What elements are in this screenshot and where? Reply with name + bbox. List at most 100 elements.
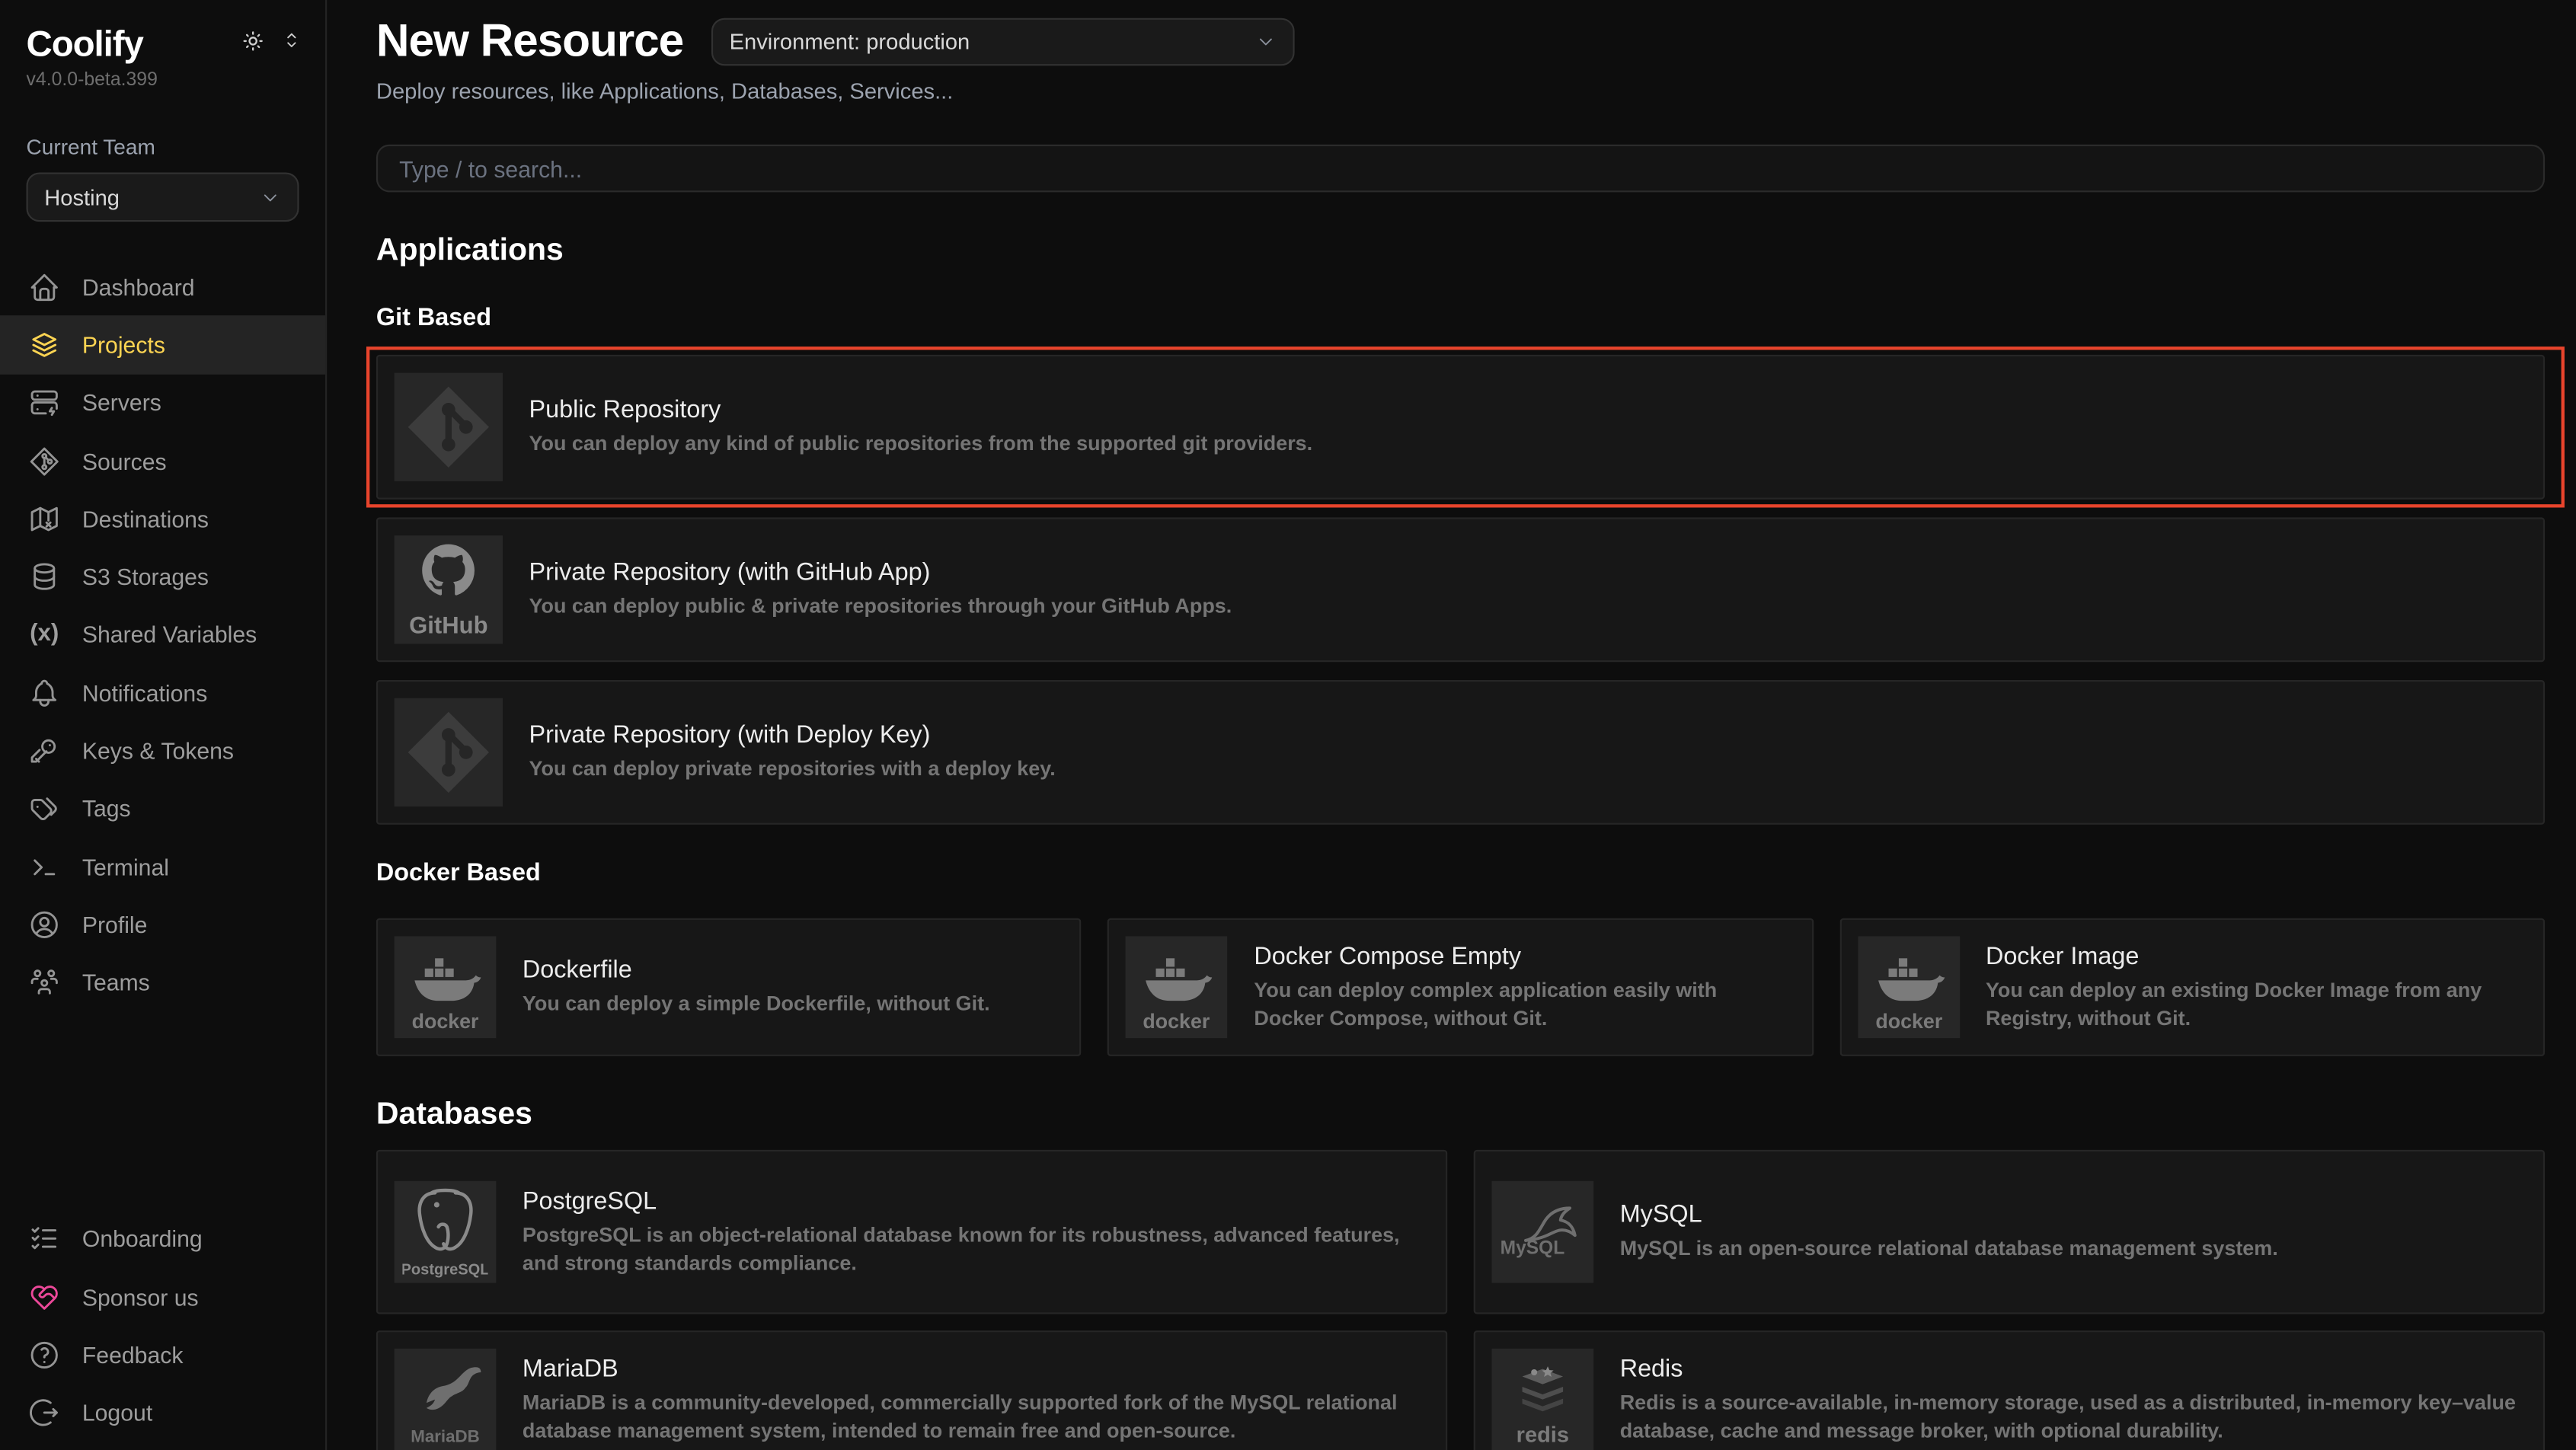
card-title: Redis bbox=[1620, 1355, 2520, 1383]
sidebar-item-dashboard[interactable]: Dashboard bbox=[0, 258, 325, 316]
card-description: You can deploy a simple Dockerfile, with… bbox=[523, 991, 990, 1018]
card-dockerfile[interactable]: docker Dockerfile You can deploy a simpl… bbox=[376, 918, 1082, 1056]
section-title-applications: Applications bbox=[376, 233, 2545, 269]
card-docker-compose-empty[interactable]: docker Docker Compose Empty You can depl… bbox=[1107, 918, 1813, 1056]
card-description: You can deploy public & private reposito… bbox=[529, 593, 1232, 621]
card-mysql[interactable]: MySQL MySQL MySQL is an open-source rela… bbox=[1474, 1150, 2545, 1314]
sidebar-item-terminal[interactable]: Terminal bbox=[0, 838, 325, 896]
card-postgresql[interactable]: PostgreSQL PostgreSQL PostgreSQL is an o… bbox=[376, 1150, 1447, 1314]
sidebar: Coolify v4.0.0-beta.399 Current Team Hos… bbox=[0, 0, 327, 1450]
card-mariadb[interactable]: MariaDB MariaDB MariaDB is a community-d… bbox=[376, 1330, 1447, 1450]
card-title: Private Repository (with GitHub App) bbox=[529, 558, 1232, 586]
sidebar-item-sponsor-us[interactable]: Sponsor us bbox=[0, 1268, 325, 1326]
sidebar-footer-nav: Onboarding Sponsor us Feedback Logout bbox=[0, 1210, 325, 1450]
card-title: Public Repository bbox=[529, 396, 1313, 424]
mariadb-logo: MariaDB bbox=[395, 1349, 497, 1450]
card-description: You can deploy any kind of public reposi… bbox=[529, 430, 1313, 458]
current-team-label: Current Team bbox=[0, 91, 325, 160]
checklist-icon bbox=[28, 1223, 61, 1256]
svg-text:MariaDB: MariaDB bbox=[411, 1426, 479, 1445]
map-icon bbox=[28, 503, 61, 535]
card-title: PostgreSQL bbox=[523, 1187, 1423, 1215]
chevron-down-icon bbox=[1255, 30, 1277, 52]
team-select[interactable]: Hosting bbox=[27, 172, 299, 222]
svg-text:redis: redis bbox=[1517, 1423, 1569, 1447]
sidebar-item-logout[interactable]: Logout bbox=[0, 1385, 325, 1442]
card-description: You can deploy private repositories with… bbox=[529, 755, 1056, 783]
page-subtitle: Deploy resources, like Applications, Dat… bbox=[376, 79, 2545, 104]
card-title: Private Repository (with Deploy Key) bbox=[529, 721, 1056, 749]
svg-text:PostgreSQL: PostgreSQL bbox=[402, 1261, 487, 1278]
key-icon bbox=[28, 734, 61, 767]
git-logo bbox=[395, 698, 503, 806]
card-title: MySQL bbox=[1620, 1201, 2278, 1229]
layers-icon bbox=[28, 328, 61, 361]
app-version: v4.0.0-beta.399 bbox=[0, 65, 325, 90]
sidebar-item-destinations[interactable]: Destinations bbox=[0, 490, 325, 548]
team-select-value: Hosting bbox=[44, 185, 120, 209]
variable-icon: (x) bbox=[28, 621, 61, 648]
panel-selector-icon[interactable] bbox=[281, 30, 302, 59]
sidebar-item-onboarding[interactable]: Onboarding bbox=[0, 1210, 325, 1268]
chevron-down-icon bbox=[260, 187, 281, 208]
sidebar-item-keys-tokens[interactable]: Keys & Tokens bbox=[0, 722, 325, 780]
card-description: Redis is a source-available, in-memory s… bbox=[1620, 1389, 2520, 1445]
app-logo: Coolify bbox=[27, 23, 143, 65]
sidebar-item-teams[interactable]: Teams bbox=[0, 953, 325, 1011]
environment-select[interactable]: Environment: production bbox=[711, 18, 1295, 65]
card-public-repository[interactable]: Public Repository You can deploy any kin… bbox=[376, 355, 2545, 500]
server-icon bbox=[28, 386, 61, 419]
app-window: Coolify v4.0.0-beta.399 Current Team Hos… bbox=[0, 0, 2576, 1450]
help-circle-icon bbox=[28, 1339, 61, 1372]
sidebar-item-sources[interactable]: Sources bbox=[0, 432, 325, 490]
mysql-logo: MySQL bbox=[1491, 1181, 1593, 1283]
theme-toggle-sun-icon[interactable] bbox=[240, 27, 267, 62]
database-icon bbox=[28, 561, 61, 593]
docker-logo: docker bbox=[395, 936, 497, 1038]
postgresql-logo: PostgreSQL bbox=[395, 1181, 497, 1283]
card-description: You can deploy complex application easil… bbox=[1254, 977, 1788, 1033]
heart-handshake-icon bbox=[28, 1281, 61, 1314]
tag-icon bbox=[28, 792, 61, 825]
card-description: MariaDB is a community-developed, commer… bbox=[523, 1389, 1423, 1445]
git-diamond-icon bbox=[28, 445, 61, 477]
bell-icon bbox=[28, 676, 61, 709]
sidebar-item-notifications[interactable]: Notifications bbox=[0, 664, 325, 722]
sidebar-item-tags[interactable]: Tags bbox=[0, 780, 325, 838]
card-docker-image[interactable]: docker Docker Image You can deploy an ex… bbox=[1839, 918, 2545, 1056]
redis-logo: redis bbox=[1491, 1349, 1593, 1450]
main-content: New Resource Environment: production Dep… bbox=[327, 0, 2576, 1450]
card-description: You can deploy an existing Docker Image … bbox=[1986, 977, 2520, 1033]
sidebar-item-servers[interactable]: Servers bbox=[0, 374, 325, 432]
sidebar-item-shared-variables[interactable]: (x) Shared Variables bbox=[0, 605, 325, 663]
card-title: Docker Image bbox=[1986, 942, 2520, 970]
sidebar-item-projects[interactable]: Projects bbox=[0, 316, 325, 374]
user-circle-icon bbox=[28, 909, 61, 941]
card-description: MySQL is an open-source relational datab… bbox=[1620, 1235, 2278, 1263]
search-input[interactable] bbox=[376, 145, 2545, 193]
home-icon bbox=[28, 270, 61, 303]
page-title: New Resource bbox=[376, 14, 683, 67]
svg-text:MySQL: MySQL bbox=[1501, 1238, 1565, 1259]
section-title-databases: Databases bbox=[376, 1097, 2545, 1133]
card-title: Dockerfile bbox=[523, 956, 990, 984]
terminal-icon bbox=[28, 850, 61, 883]
logout-icon bbox=[28, 1397, 61, 1429]
subsection-title-docker-based: Docker Based bbox=[376, 859, 2545, 887]
subsection-title-git-based: Git Based bbox=[376, 304, 2545, 332]
environment-select-value: Environment: production bbox=[730, 29, 970, 53]
sidebar-nav: Dashboard Projects Servers Sources Desti… bbox=[0, 258, 325, 1012]
card-description: PostgreSQL is an object-relational datab… bbox=[523, 1222, 1423, 1277]
card-redis[interactable]: redis Redis Redis is a source-available,… bbox=[1474, 1330, 2545, 1450]
svg-text:docker: docker bbox=[1875, 1010, 1942, 1033]
sidebar-item-profile[interactable]: Profile bbox=[0, 896, 325, 953]
card-private-repository-deploy-key[interactable]: Private Repository (with Deploy Key) You… bbox=[376, 680, 2545, 825]
docker-logo: docker bbox=[1858, 936, 1960, 1038]
sidebar-item-feedback[interactable]: Feedback bbox=[0, 1326, 325, 1384]
sidebar-item-s3-storages[interactable]: S3 Storages bbox=[0, 548, 325, 605]
users-group-icon bbox=[28, 966, 61, 999]
github-logo: GitHub bbox=[395, 535, 503, 644]
card-private-repository-github-app[interactable]: GitHub Private Repository (with GitHub A… bbox=[376, 517, 2545, 662]
docker-logo: docker bbox=[1126, 936, 1228, 1038]
card-title: Docker Compose Empty bbox=[1254, 942, 1788, 970]
